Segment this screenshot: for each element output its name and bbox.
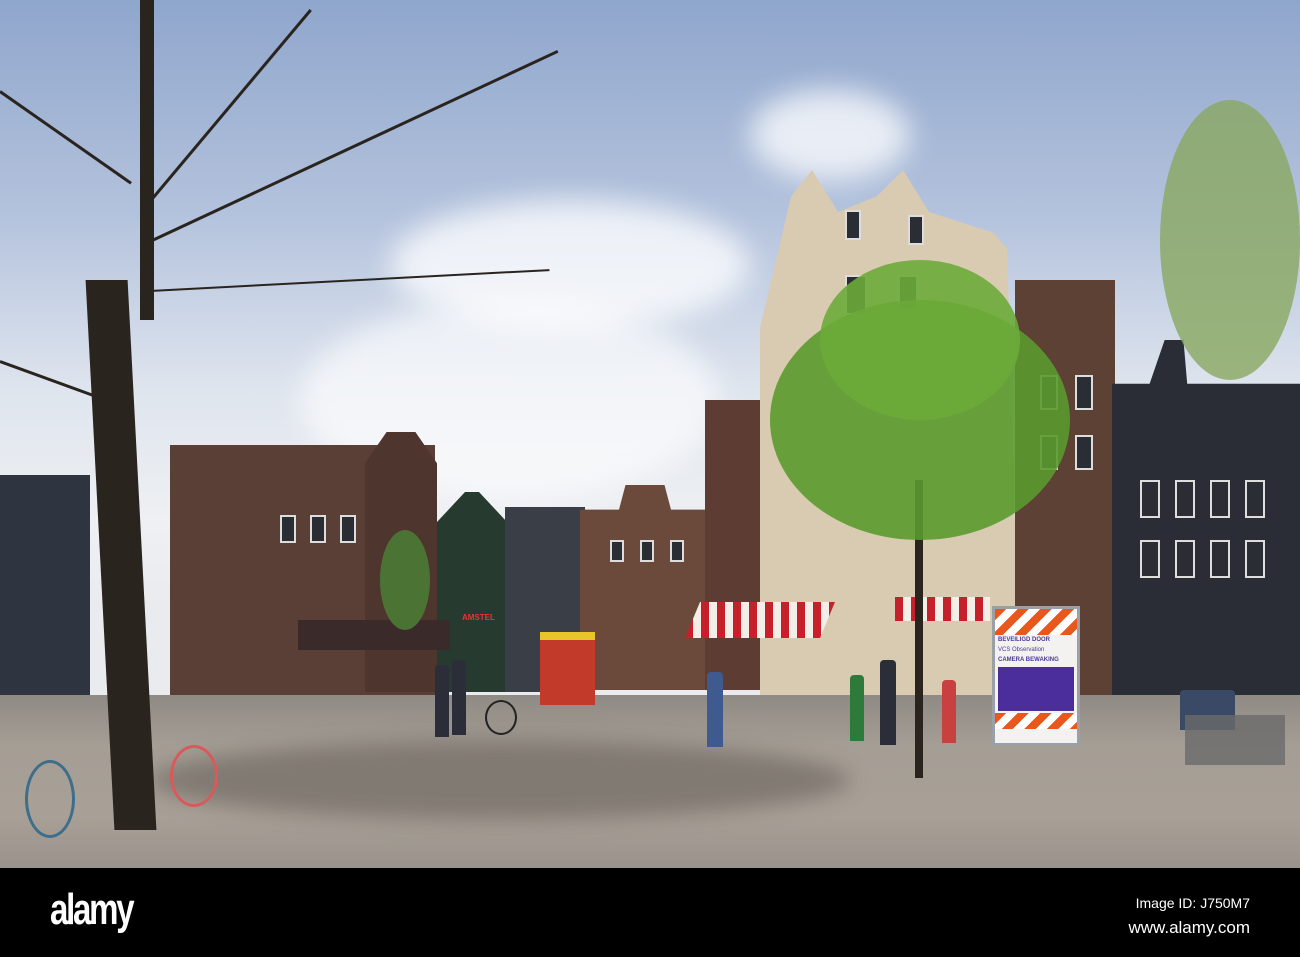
sign-line-2: VCS Observation (998, 647, 1045, 653)
building-center (580, 485, 710, 690)
bicycle (170, 745, 218, 807)
tree-shadow (150, 740, 850, 820)
window (280, 515, 296, 543)
person (435, 665, 449, 737)
person (942, 680, 956, 743)
window (1075, 375, 1093, 410)
shop-sign-amstel: AMSTEL (462, 613, 495, 622)
tree-branch (148, 9, 312, 203)
window (1140, 540, 1160, 578)
person (452, 660, 466, 735)
window (1175, 540, 1195, 578)
building-green (437, 492, 507, 692)
person (880, 660, 896, 745)
window (1140, 480, 1160, 518)
sign-line-3: CAMERA BEWAKING (998, 657, 1059, 663)
awning (895, 597, 990, 621)
camera-surveillance-sign: BEVEILIGD DOOR VCS Observation CAMERA BE… (992, 606, 1080, 746)
person (707, 672, 723, 747)
window (1210, 480, 1230, 518)
tree-branch (0, 360, 104, 401)
window (1245, 540, 1265, 578)
tree-foliage (1160, 100, 1300, 380)
window (845, 210, 861, 240)
tree-foliage (380, 530, 430, 630)
window (908, 215, 924, 245)
food-cart (540, 632, 595, 705)
watermark-bar (0, 868, 1300, 957)
image-id: Image ID: J750M7 (1135, 895, 1250, 911)
bicycle (485, 700, 517, 735)
building-dark-right (1112, 340, 1300, 705)
window (1245, 480, 1265, 518)
tree-foliage (820, 260, 1020, 420)
awning (685, 602, 835, 638)
building-corner-brick (705, 400, 765, 690)
window (640, 540, 654, 562)
warning-stripes (995, 609, 1077, 635)
tree-branch (0, 90, 132, 185)
person (850, 675, 864, 741)
bicycle (25, 760, 75, 838)
building-left (0, 475, 90, 700)
alamy-logo: alamy (50, 885, 135, 934)
bench (1185, 715, 1285, 765)
window (340, 515, 356, 543)
window (1075, 435, 1093, 470)
camera-icon (998, 667, 1074, 711)
window (1175, 480, 1195, 518)
cloud (750, 90, 910, 180)
window (610, 540, 624, 562)
tree-trunk (140, 0, 154, 320)
warning-stripes (995, 713, 1077, 729)
website-url: www.alamy.com (1128, 918, 1250, 937)
photo-scene: AMSTEL BEVEILIGD DOOR VCS Observation CA… (0, 0, 1300, 868)
window (670, 540, 684, 562)
window (310, 515, 326, 543)
window (1210, 540, 1230, 578)
awning-dark (298, 620, 450, 650)
sign-line-1: BEVEILIGD DOOR (998, 637, 1051, 643)
